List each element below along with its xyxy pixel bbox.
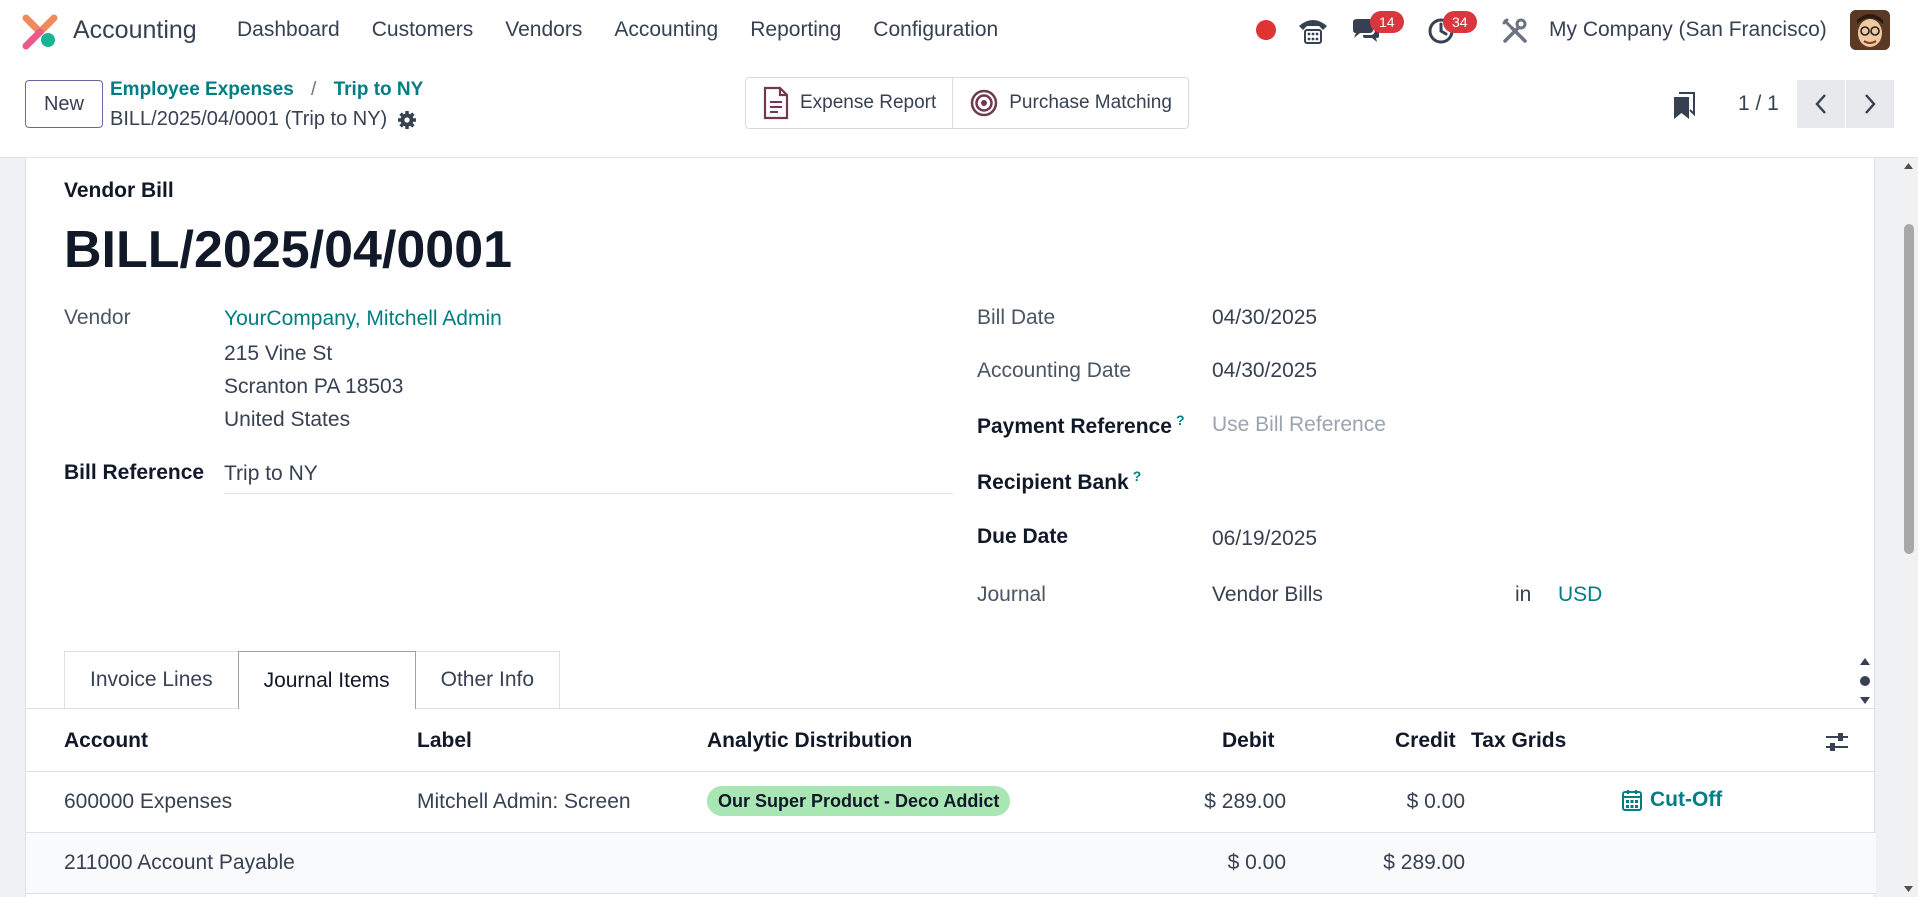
payment-reference-label: Payment Reference? bbox=[977, 412, 1185, 439]
new-button[interactable]: New bbox=[25, 80, 103, 128]
breadcrumb: Employee Expenses / Trip to NY bbox=[110, 79, 423, 101]
analytic-distribution-tag[interactable]: Our Super Product - Deco Addict bbox=[707, 786, 1011, 816]
company-switcher[interactable]: My Company (San Francisco) bbox=[1549, 18, 1827, 42]
tab-journal-items[interactable]: Journal Items bbox=[237, 651, 416, 709]
bookmarks-icon[interactable] bbox=[1672, 92, 1696, 120]
purchase-matching-label: Purchase Matching bbox=[1009, 92, 1172, 113]
cut-off-button[interactable]: Cut-Off bbox=[1622, 788, 1722, 812]
help-icon[interactable]: ? bbox=[1176, 412, 1185, 428]
journal-input[interactable]: Vendor Bills bbox=[1212, 583, 1323, 607]
payment-reference-input[interactable]: Use Bill Reference bbox=[1212, 413, 1386, 437]
cell-account: 211000 Account Payable bbox=[64, 851, 295, 874]
column-header-account[interactable]: Account bbox=[64, 729, 148, 753]
notebook-tabs: Invoice Lines Journal Items Other Info bbox=[64, 651, 561, 709]
smart-buttons: Expense Report Purchase Matching bbox=[745, 77, 1189, 129]
accounting-date-input[interactable]: 04/30/2025 bbox=[1212, 359, 1317, 383]
bill-reference-underline bbox=[224, 493, 953, 494]
menu-accounting[interactable]: Accounting bbox=[614, 18, 718, 42]
messages-badge: 14 bbox=[1370, 11, 1404, 33]
bill-date-input[interactable]: 04/30/2025 bbox=[1212, 306, 1317, 330]
column-header-label[interactable]: Label bbox=[417, 729, 472, 753]
app-name[interactable]: Accounting bbox=[73, 16, 197, 45]
recipient-bank-label: Recipient Bank? bbox=[977, 468, 1141, 495]
menu-reporting[interactable]: Reporting bbox=[750, 18, 841, 42]
vendor-label: Vendor bbox=[64, 306, 131, 329]
column-header-analytic[interactable]: Analytic Distribution bbox=[707, 729, 912, 753]
accounting-app-icon[interactable] bbox=[22, 14, 58, 50]
phone-icon[interactable] bbox=[1297, 16, 1329, 46]
bill-number: BILL/2025/04/0001 bbox=[64, 221, 513, 279]
recording-icon[interactable] bbox=[1256, 20, 1276, 40]
bill-reference-input[interactable]: Trip to NY bbox=[224, 462, 318, 486]
scrollbar-thumb[interactable] bbox=[1904, 224, 1914, 554]
activities-badge: 34 bbox=[1443, 11, 1477, 33]
menu-customers[interactable]: Customers bbox=[372, 18, 474, 42]
vendor-address-line: Scranton PA 18503 bbox=[224, 375, 404, 398]
column-header-credit[interactable]: Credit bbox=[1395, 729, 1456, 753]
pager-previous-button[interactable] bbox=[1797, 80, 1845, 128]
due-date-label: Due Date bbox=[977, 525, 1069, 548]
expense-report-label: Expense Report bbox=[800, 92, 937, 113]
record-name: BILL/2025/04/0001 (Trip to NY) bbox=[110, 108, 388, 130]
due-date-input[interactable]: 06/19/2025 bbox=[1212, 527, 1317, 551]
vendor-field[interactable]: YourCompany, Mitchell Admin bbox=[224, 307, 502, 331]
top-navbar: Accounting Dashboard Customers Vendors A… bbox=[0, 0, 1918, 62]
cell-debit: $ 289.00 bbox=[1204, 790, 1286, 813]
form-sheet: Vendor Bill BILL/2025/04/0001 Vendor You… bbox=[25, 158, 1876, 897]
currency-field[interactable]: USD bbox=[1558, 583, 1602, 607]
journal-in-text: in bbox=[1515, 583, 1532, 606]
cell-label: Mitchell Admin: Screen bbox=[417, 790, 631, 813]
move-type-label: Vendor Bill bbox=[64, 179, 174, 202]
purchase-matching-button[interactable]: Purchase Matching bbox=[952, 78, 1188, 128]
scroll-down-arrow-icon[interactable] bbox=[1903, 885, 1914, 893]
chevron-left-icon bbox=[1815, 94, 1826, 114]
scroll-up-arrow-icon[interactable] bbox=[1903, 162, 1914, 170]
document-icon bbox=[763, 86, 789, 120]
tab-other-info[interactable]: Other Info bbox=[414, 651, 561, 708]
menu-configuration[interactable]: Configuration bbox=[873, 18, 998, 42]
user-avatar-icon bbox=[1850, 10, 1890, 50]
vendor-address-line: United States bbox=[224, 408, 351, 431]
breadcrumb-separator: / bbox=[311, 79, 317, 100]
pager-next-button[interactable] bbox=[1846, 80, 1894, 128]
table-row[interactable]: 211000 Account Payable $ 0.00 $ 289.00 bbox=[26, 833, 1876, 894]
menu-vendors[interactable]: Vendors bbox=[505, 18, 582, 42]
page-scrollbar[interactable] bbox=[1899, 158, 1918, 897]
column-header-debit[interactable]: Debit bbox=[1222, 729, 1275, 753]
journal-label: Journal bbox=[977, 583, 1046, 606]
cut-off-label: Cut-Off bbox=[1650, 788, 1723, 811]
debug-tools-icon[interactable] bbox=[1500, 16, 1530, 46]
column-header-tax-grids[interactable]: Tax Grids bbox=[1471, 729, 1566, 753]
control-panel: New Employee Expenses / Trip to NY BILL/… bbox=[0, 62, 1918, 158]
menu-dashboard[interactable]: Dashboard bbox=[237, 18, 340, 42]
cell-account: 600000 Expenses bbox=[64, 790, 233, 813]
breadcrumb-employee-expenses[interactable]: Employee Expenses bbox=[110, 79, 294, 100]
main-menu: Dashboard Customers Vendors Accounting R… bbox=[237, 18, 1030, 42]
payment-reference-label-text: Payment Reference bbox=[977, 415, 1172, 438]
cell-credit: $ 289.00 bbox=[1383, 851, 1465, 874]
journal-items-table-header: Account Label Analytic Distribution Debi… bbox=[26, 709, 1876, 772]
chevron-right-icon bbox=[1865, 94, 1876, 114]
row-scroll-handle-icon[interactable] bbox=[1858, 655, 1872, 707]
record-title: BILL/2025/04/0001 (Trip to NY) bbox=[110, 108, 417, 131]
cell-debit: $ 0.00 bbox=[1227, 851, 1286, 874]
bill-date-label: Bill Date bbox=[977, 306, 1056, 329]
accounting-date-label: Accounting Date bbox=[977, 359, 1132, 382]
recipient-bank-label-text: Recipient Bank bbox=[977, 471, 1129, 494]
gear-icon[interactable] bbox=[397, 110, 417, 130]
vendor-address-line: 215 Vine St bbox=[224, 342, 333, 365]
bill-reference-label: Bill Reference bbox=[64, 461, 205, 484]
optional-columns-icon[interactable] bbox=[1825, 731, 1849, 753]
user-avatar[interactable] bbox=[1850, 10, 1890, 50]
pager-value[interactable]: 1 / 1 bbox=[1738, 92, 1779, 116]
table-row[interactable]: 600000 Expenses Mitchell Admin: Screen O… bbox=[26, 772, 1876, 833]
breadcrumb-trip-to-ny[interactable]: Trip to NY bbox=[334, 79, 424, 100]
calendar-icon bbox=[1622, 790, 1642, 811]
bullseye-icon bbox=[971, 89, 998, 117]
help-icon[interactable]: ? bbox=[1133, 468, 1142, 484]
expense-report-button[interactable]: Expense Report bbox=[746, 78, 952, 128]
tab-invoice-lines[interactable]: Invoice Lines bbox=[64, 651, 239, 708]
cell-credit: $ 0.00 bbox=[1406, 790, 1465, 813]
